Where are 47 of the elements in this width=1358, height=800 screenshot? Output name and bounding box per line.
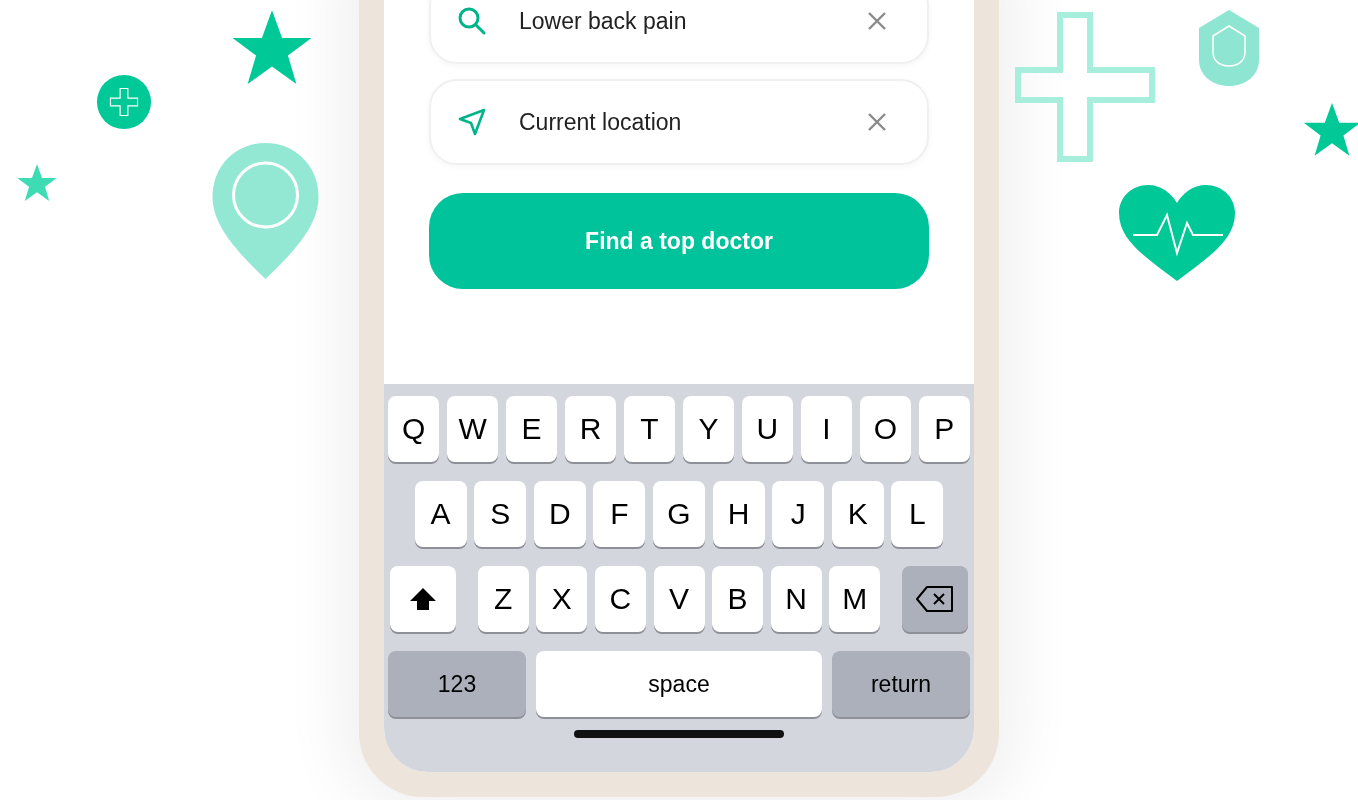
- letter-key[interactable]: W: [447, 396, 499, 462]
- backspace-icon: [914, 585, 955, 613]
- field-value: Current location: [519, 108, 683, 136]
- letter-key[interactable]: L: [891, 481, 944, 547]
- search-icon: [457, 6, 487, 36]
- letter-key[interactable]: F: [593, 481, 646, 547]
- input-field[interactable]: Current location: [429, 79, 929, 165]
- letter-key[interactable]: E: [505, 396, 558, 462]
- letter-key[interactable]: M: [829, 566, 881, 632]
- letter-key[interactable]: N: [770, 566, 822, 632]
- shift-icon: [408, 586, 439, 612]
- letter-key[interactable]: A: [414, 481, 467, 547]
- letter-key[interactable]: J: [772, 481, 825, 547]
- field-value: Lower back pain: [519, 7, 688, 35]
- cross-outline-icon: [1015, 12, 1155, 162]
- letter-key[interactable]: Q: [388, 396, 440, 462]
- shield-icon: [1197, 8, 1261, 88]
- letter-key[interactable]: H: [712, 481, 765, 547]
- letter-key[interactable]: R: [564, 396, 617, 462]
- heartbeat-icon: [1117, 183, 1237, 283]
- letter-key[interactable]: B: [712, 566, 764, 632]
- letter-key[interactable]: O: [859, 396, 911, 462]
- input-field[interactable]: Lower back pain: [429, 0, 929, 64]
- return-key[interactable]: return: [832, 651, 970, 717]
- letter-key[interactable]: X: [536, 566, 588, 632]
- letter-key[interactable]: S: [474, 481, 527, 547]
- letter-key[interactable]: G: [653, 481, 705, 547]
- star-icon: [15, 162, 59, 204]
- plus-circle-icon: [95, 73, 153, 131]
- letter-key[interactable]: Y: [682, 396, 735, 462]
- navigation-arrow-icon: [457, 107, 487, 137]
- clear-icon[interactable]: [867, 11, 887, 31]
- letter-key[interactable]: Z: [477, 566, 529, 632]
- letter-key[interactable]: V: [653, 566, 705, 632]
- space-key[interactable]: space: [536, 651, 822, 717]
- map-pin-icon: [210, 141, 321, 281]
- shift-key[interactable]: [390, 566, 457, 632]
- letter-key[interactable]: P: [918, 396, 970, 462]
- letter-key[interactable]: K: [831, 481, 884, 547]
- letter-key[interactable]: T: [623, 396, 676, 462]
- letter-key[interactable]: U: [741, 396, 794, 462]
- backspace-key[interactable]: [901, 566, 968, 632]
- letter-key[interactable]: D: [533, 481, 586, 547]
- numbers-key[interactable]: 123: [388, 651, 526, 717]
- letter-key[interactable]: I: [800, 396, 853, 462]
- clear-icon[interactable]: [867, 112, 887, 132]
- letter-key[interactable]: C: [594, 566, 646, 632]
